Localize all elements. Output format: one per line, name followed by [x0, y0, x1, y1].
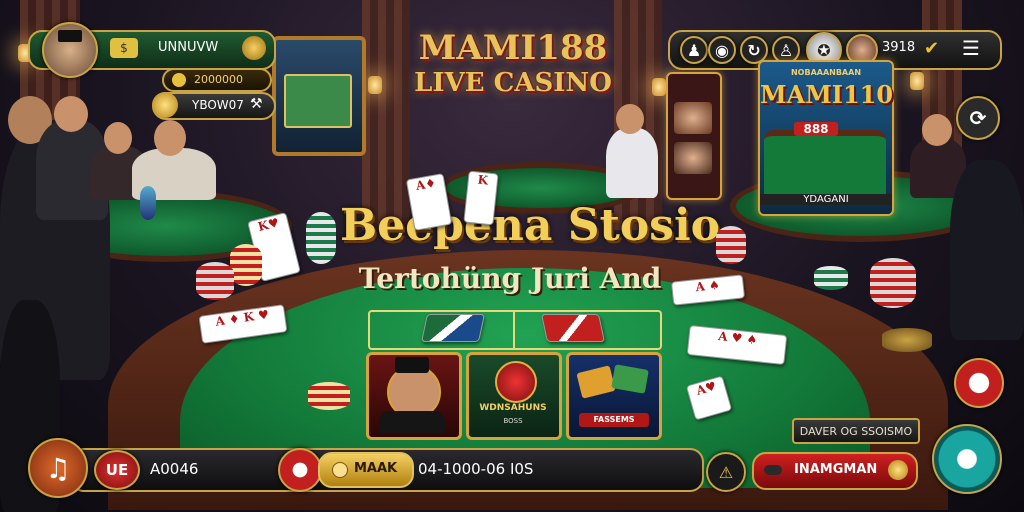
- player-avatar[interactable]: [42, 22, 98, 78]
- logo-line-2: LIVE CASINO: [414, 68, 612, 98]
- chip-select-button[interactable]: [278, 448, 322, 492]
- dealer-suit: [379, 411, 445, 433]
- ticker-text: 04-1000-06 I0S: [418, 460, 534, 478]
- chip-stack: [196, 262, 234, 300]
- info-label: DAVER OG SSOISMO: [799, 424, 913, 438]
- chip-stack: [814, 266, 848, 290]
- banknote-icon: [611, 364, 649, 394]
- bonus-display: YBOW07 ⚒: [152, 92, 276, 120]
- chip-stack: [140, 186, 156, 220]
- chip-stack: [716, 226, 746, 264]
- coin-icon: [332, 462, 348, 478]
- chat-icon[interactable]: ◉: [708, 36, 736, 64]
- player-head: [922, 114, 952, 146]
- dealer-figure: [606, 128, 658, 198]
- bet-amount: A0046: [150, 460, 199, 478]
- dealer-portrait: [674, 102, 712, 134]
- screen-chip-label: 888: [794, 122, 838, 136]
- chip-stack: [306, 212, 336, 264]
- bonus-code: YBOW07: [192, 98, 244, 112]
- top-hat-icon: [395, 357, 429, 373]
- cash-icon: [576, 365, 616, 399]
- playing-card[interactable]: [541, 314, 605, 342]
- promo-subheadline: Tertohüng Juri And: [358, 262, 662, 295]
- dealer-card-stack[interactable]: [666, 72, 722, 200]
- profile-icon[interactable]: ♟: [680, 36, 708, 64]
- play-chip-button[interactable]: ✿: [932, 424, 1002, 494]
- side-game-screen[interactable]: NOBAAANBAAN MAMI110 888 YDAGANI: [758, 60, 894, 216]
- bet-label: MAAK: [354, 461, 398, 476]
- player-head: [104, 122, 132, 154]
- logo-line-1: MAMI188: [418, 28, 608, 68]
- playing-card: K: [463, 170, 499, 226]
- gold-coin-icon: [152, 92, 178, 118]
- currency-code-badge[interactable]: UE: [94, 450, 140, 490]
- dealer-head: [616, 104, 644, 134]
- action-button[interactable]: INAMGMAN: [752, 452, 918, 490]
- player-head: [154, 120, 186, 156]
- screen-title: MAMI110: [760, 80, 894, 109]
- casino-logo: MAMI188 LIVE CASINO: [408, 28, 618, 98]
- boomerang-icon[interactable]: ✔: [924, 38, 939, 59]
- refresh-button[interactable]: ⟳: [956, 96, 1000, 140]
- emblem-icon: [495, 361, 537, 403]
- coin-icon: [888, 460, 908, 480]
- chip-stack: [870, 258, 916, 308]
- top-hat-icon: [58, 30, 82, 42]
- betting-area[interactable]: [368, 310, 662, 350]
- currency-code: UE: [105, 461, 129, 479]
- wall-lamp: [368, 76, 382, 94]
- wall-lamp: [910, 72, 924, 90]
- menu-icon[interactable]: ☰: [962, 36, 980, 60]
- hostess-portrait: [674, 142, 712, 174]
- player-name: UNNUVW: [158, 40, 219, 55]
- player-figure: [950, 160, 1024, 340]
- game-tile-boss[interactable]: WDNSAHUNS BOSS: [466, 352, 562, 440]
- screen-caption: YDAGANI: [760, 194, 892, 205]
- wallet-icon: $: [110, 38, 138, 58]
- mini-table: [764, 130, 886, 194]
- balance-display: 2000000: [162, 68, 272, 92]
- balance-value: 2000000: [194, 73, 243, 86]
- game-tile-dealer[interactable]: [366, 352, 462, 440]
- curtain-mid-left: [362, 0, 410, 230]
- tile-label: FASSEMS: [579, 413, 649, 427]
- chip-stack: [308, 382, 350, 410]
- action-label: INAMGMAN: [794, 462, 878, 477]
- promo-headline: Beepena Stosio: [339, 200, 721, 251]
- tools-icon[interactable]: ⚒: [250, 96, 263, 112]
- poker-chip-button[interactable]: [954, 358, 1004, 408]
- player-head: [54, 96, 88, 132]
- chip-stack: [882, 328, 932, 352]
- top-score: 3918: [882, 40, 916, 55]
- bet-chip-selector[interactable]: MAAK: [318, 452, 414, 488]
- music-button[interactable]: ♫: [28, 438, 88, 498]
- game-tile-cash[interactable]: FASSEMS: [566, 352, 662, 440]
- tile-title: WDNSAHUNS: [479, 403, 547, 413]
- tile-label: BOSS: [503, 417, 523, 425]
- screen-header: NOBAAANBAAN: [790, 68, 862, 77]
- coin-icon: [172, 73, 186, 87]
- toggle-icon: [764, 465, 782, 475]
- info-banner: DAVER OG SSOISMO: [792, 418, 920, 444]
- slot-machine: [272, 36, 366, 156]
- settings-coin-icon[interactable]: [242, 36, 266, 60]
- bell-icon[interactable]: ⚠: [706, 452, 746, 492]
- wall-lamp: [652, 78, 666, 96]
- playing-card[interactable]: [421, 314, 485, 342]
- chip-stack: [230, 244, 262, 286]
